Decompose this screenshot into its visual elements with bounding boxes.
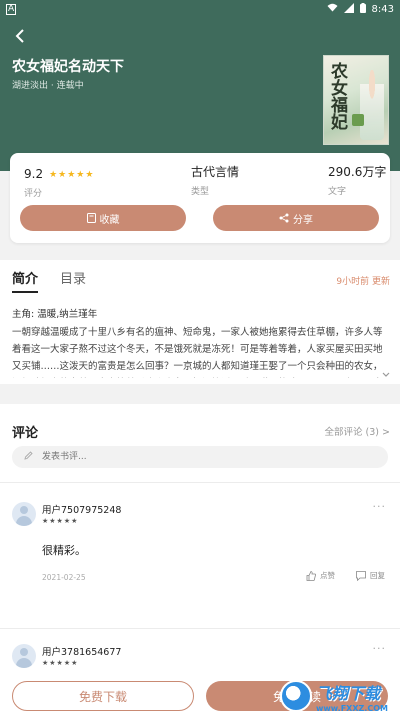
like-button[interactable]: 点赞 (306, 570, 335, 581)
all-comments-link[interactable]: 全部评论 (3) > (325, 424, 390, 438)
comment-username[interactable]: 用户7507975248 (42, 502, 121, 516)
chevron-left-icon (15, 29, 24, 43)
all-comments-label: 全部评论 (3) (324, 427, 379, 438)
avatar[interactable] (12, 502, 36, 526)
cover-seal (352, 114, 364, 126)
thumbs-up-icon (306, 570, 316, 581)
status-bar: A 8:43 (0, 0, 400, 18)
reply-icon (356, 570, 366, 581)
battery-icon (359, 2, 366, 16)
book-title: 农女福妃名动天下 (12, 59, 124, 75)
cover-illustration (360, 70, 384, 140)
share-icon (279, 213, 289, 223)
intro-section: 简介 目录 9小时前 更新 主角: 温暖,纳兰瑾年 一朝穿越温暖成了十里八乡有名… (0, 260, 400, 384)
rating-label: 评分 (24, 189, 43, 199)
words-label: 文字 (328, 187, 347, 197)
rating-stat: 9.2 ★★★★★ 评分 (24, 163, 94, 199)
tab-catalog[interactable]: 目录 (60, 268, 86, 287)
synopsis[interactable]: 一朝穿越温暖成了十里八乡有名的瘟神、短命鬼，一家人被她拖累得去住草棚，许多人等着… (12, 324, 388, 378)
more-options-icon[interactable]: ··· (373, 500, 387, 513)
comment-stars: ★★★★★ (42, 659, 79, 667)
book-status: 连载中 (56, 81, 84, 91)
share-button[interactable]: 分享 (213, 205, 379, 231)
bookmark-icon (86, 213, 96, 223)
comment-input[interactable] (12, 446, 388, 468)
avatar[interactable] (12, 644, 36, 668)
watermark-name: 飞翔下载 (316, 683, 381, 703)
notification-indicator: A (6, 3, 17, 15)
watermark-logo-icon (280, 680, 312, 712)
chevron-right-icon: > (382, 427, 390, 438)
book-author[interactable]: 湖进淡出 (12, 81, 48, 91)
pencil-icon (24, 451, 33, 463)
rating-value: 9.2 (24, 167, 44, 181)
share-label: 分享 (293, 214, 313, 226)
signal-icon (343, 2, 354, 16)
wifi-icon (327, 3, 338, 15)
comment-text: 很精彩。 (42, 544, 86, 557)
like-label: 点赞 (320, 571, 335, 580)
comment-date: 2021-02-25 (42, 573, 86, 582)
cover-title: 农女福妃 (327, 62, 347, 130)
intro-tabs: 简介 目录 (12, 268, 86, 293)
comment-username[interactable]: 用户3781654677 (42, 644, 121, 658)
collect-button[interactable]: 收藏 (20, 205, 186, 231)
comment-stars: ★★★★★ (42, 517, 79, 525)
category-value: 古代言情 (191, 165, 240, 179)
free-download-button[interactable]: 免费下载 (12, 681, 194, 711)
words-value: 290.6万字 (328, 165, 387, 179)
meta-separator: · (50, 81, 54, 91)
reply-button[interactable]: 回复 (356, 570, 385, 581)
more-options-icon[interactable]: ··· (373, 642, 387, 655)
tab-intro[interactable]: 简介 (12, 268, 39, 293)
words-stat: 290.6万字 文字 (328, 163, 386, 197)
protagonist: 主角: 温暖,纳兰瑾年 (12, 309, 98, 320)
category-label: 类型 (191, 187, 210, 197)
book-meta: 湖进淡出 · 连载中 (12, 78, 84, 91)
comment-item: 用户3781654677 ★★★★★ ··· (0, 638, 400, 678)
comments-section: 评论 全部评论 (3) > 用户7507975248 ★★★★★ ··· 很精彩… (0, 404, 400, 719)
watermark-url: www.FXXZ.COM (316, 703, 388, 713)
divider (0, 628, 400, 629)
clock: 8:43 (371, 3, 394, 15)
back-button[interactable] (8, 24, 32, 48)
category-stat: 古代言情 类型 (191, 163, 239, 197)
reply-label: 回复 (370, 571, 385, 580)
divider (0, 482, 400, 483)
collect-label: 收藏 (99, 214, 120, 226)
comment-item: 用户7507975248 ★★★★★ ··· 很精彩。 2021-02-25 点… (0, 498, 400, 618)
book-cover: 农女福妃 (323, 55, 389, 145)
watermark: 飞翔下载 www.FXXZ.COM (280, 676, 394, 716)
update-time: 9小时前 更新 (336, 277, 390, 287)
comments-title: 评论 (12, 426, 39, 441)
book-header: 农女福妃名动天下 湖进淡出 · 连载中 农女福妃 (0, 18, 400, 171)
book-info-card: 9.2 ★★★★★ 评分 古代言情 类型 290.6万字 文字 收藏 分享 (10, 153, 390, 243)
rating-stars: ★★★★★ (49, 170, 95, 180)
chevron-down-icon[interactable] (382, 371, 390, 381)
